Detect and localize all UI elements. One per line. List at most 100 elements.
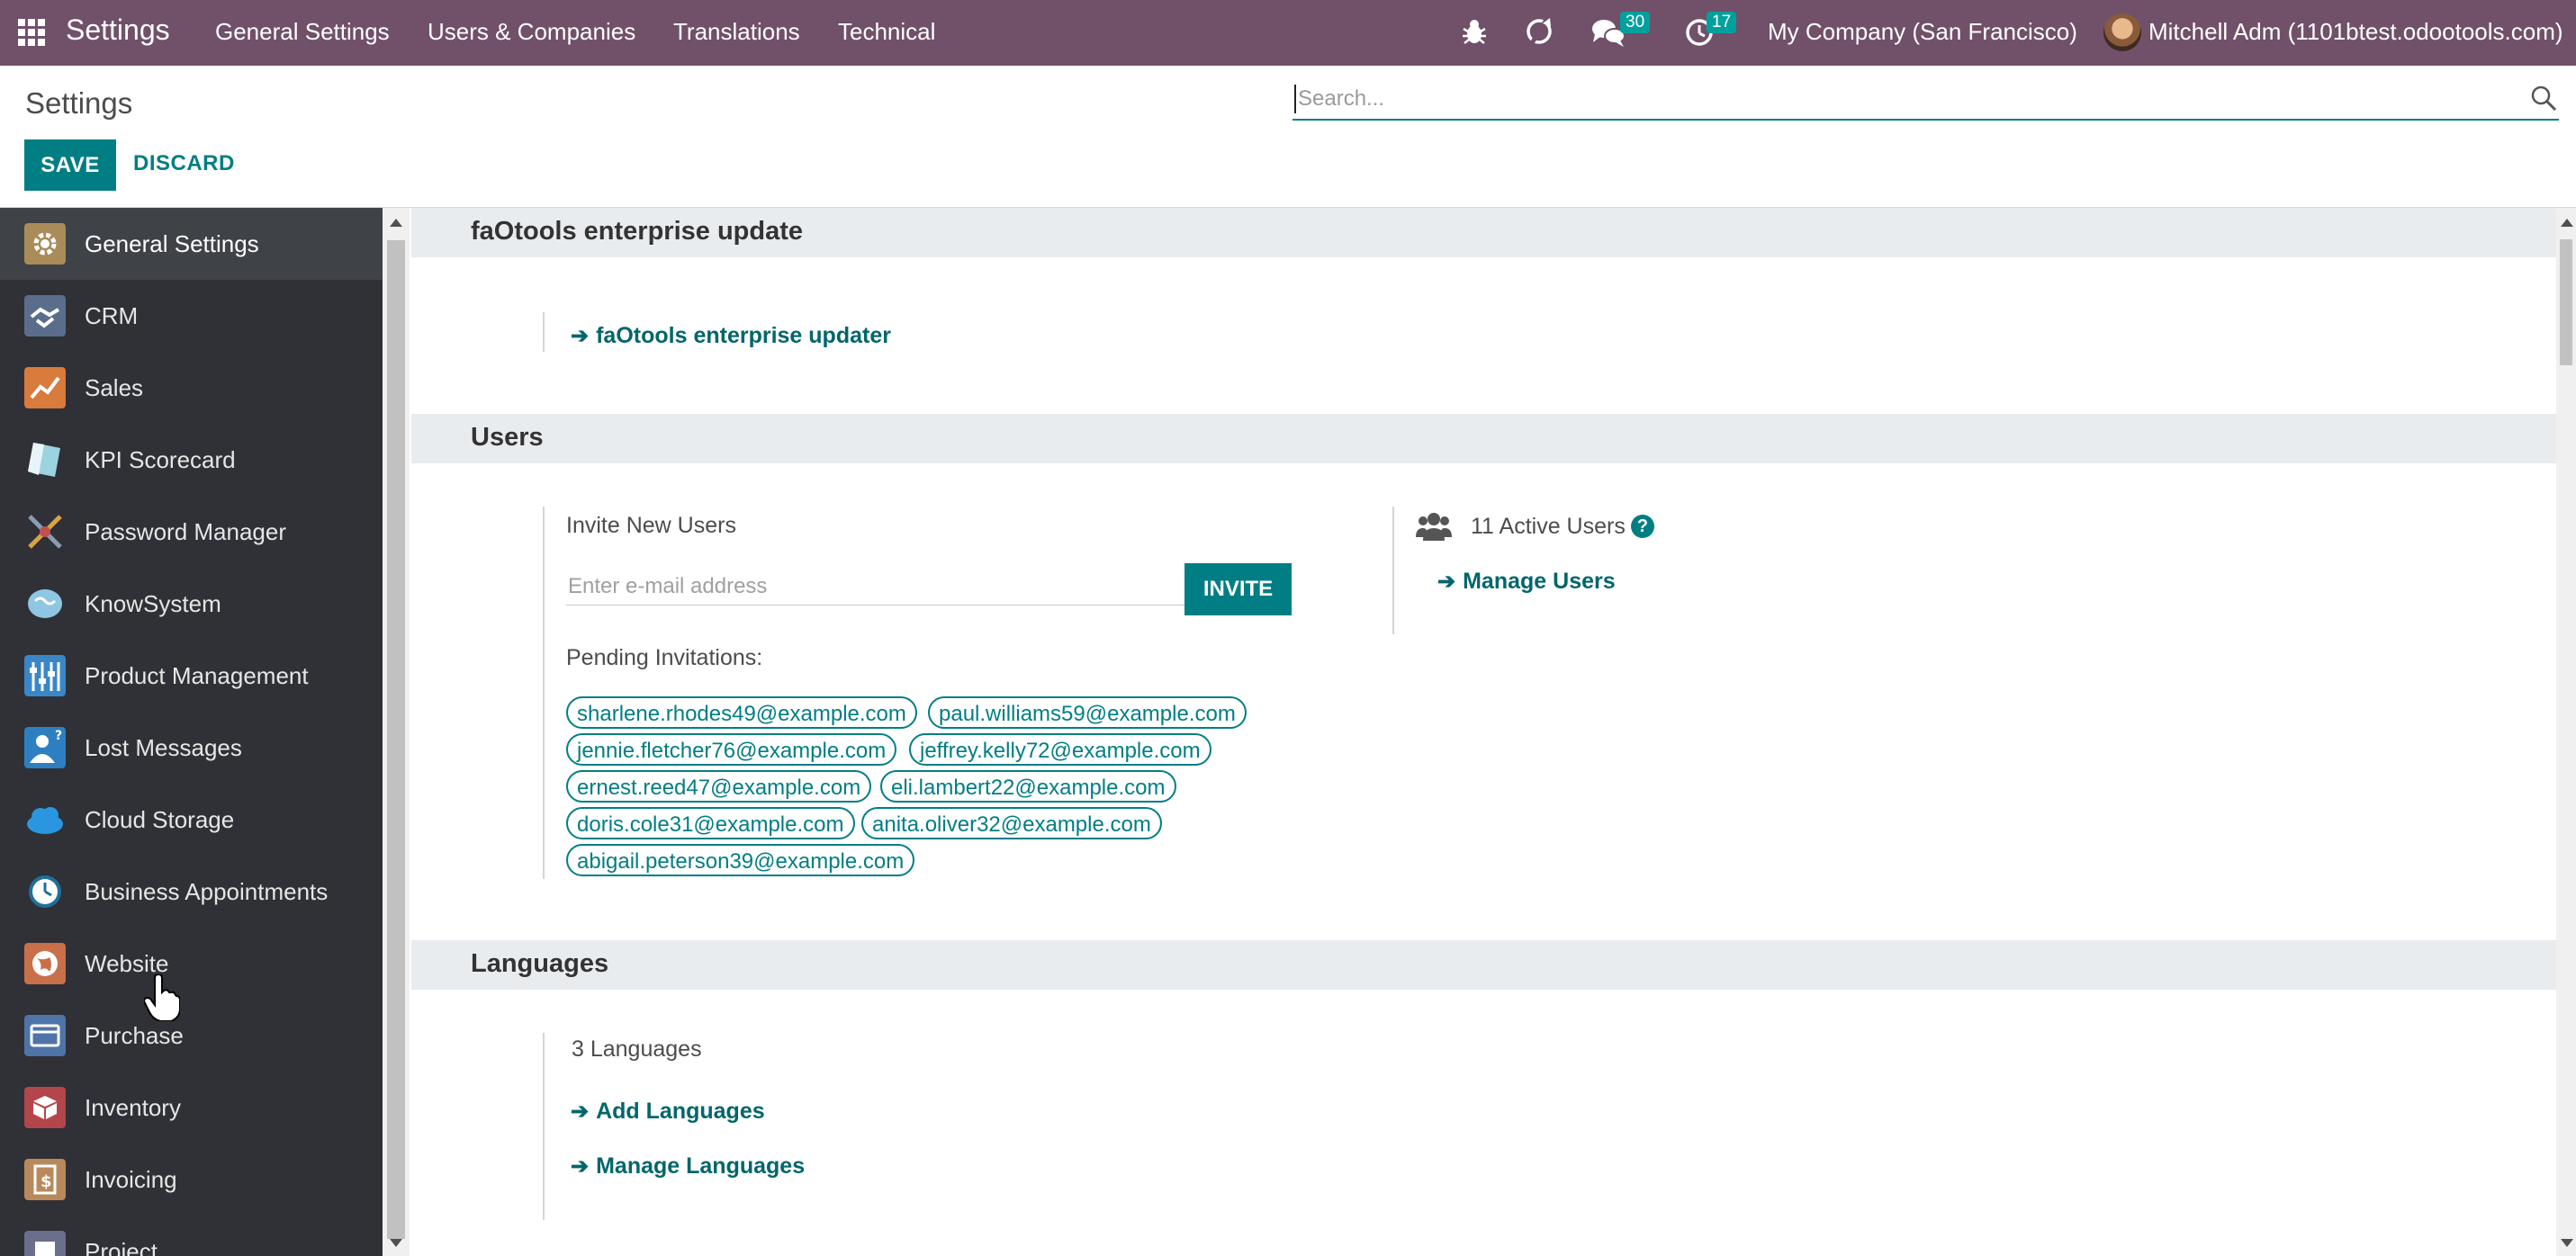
search-input[interactable]: Search... — [1293, 79, 2559, 121]
menu-general-settings[interactable]: General Settings — [215, 18, 390, 46]
scroll-down-arrow-icon[interactable] — [2561, 1239, 2573, 1247]
svg-text:?: ? — [55, 729, 62, 743]
sidebar-item-inventory[interactable]: Inventory — [0, 1072, 383, 1144]
arrow-right-icon: ➔ — [571, 1099, 590, 1124]
sidebar-item-crm[interactable]: CRM — [0, 280, 383, 352]
messages-count-badge: 30 — [1620, 12, 1651, 33]
manage-users-link[interactable]: ➔ Manage Users — [1437, 569, 1616, 595]
arrow-right-icon: ➔ — [1437, 570, 1456, 594]
arrow-right-icon: ➔ — [571, 324, 590, 348]
section-title: Users — [471, 423, 544, 452]
enterprise-updater-link[interactable]: ➔ faOtools enterprise updater — [571, 323, 891, 349]
scroll-down-arrow-icon[interactable] — [390, 1239, 402, 1247]
sidebar-item-label: Business Appointments — [85, 877, 329, 905]
sidebar-item-invoicing[interactable]: $ Invoicing — [0, 1144, 383, 1216]
chart-icon — [24, 367, 66, 408]
sidebar-item-label: Inventory — [85, 1093, 181, 1121]
sidebar-item-label: Password Manager — [85, 517, 286, 545]
scorecard-icon — [24, 439, 66, 480]
pending-invitation-chip[interactable]: jennie.fletcher76@example.com — [566, 733, 897, 766]
menu-technical[interactable]: Technical — [838, 18, 935, 46]
user-avatar[interactable] — [2103, 13, 2141, 51]
sidebar-item-label: Project — [85, 1237, 158, 1256]
setting-divider — [543, 507, 545, 879]
svg-text:$: $ — [41, 1172, 52, 1191]
sliders-icon — [24, 655, 66, 696]
cloud-icon — [24, 799, 66, 840]
sidebar-item-product-management[interactable]: Product Management — [0, 640, 383, 712]
company-switcher[interactable]: My Company (San Francisco) — [1768, 18, 2077, 46]
sidebar-item-knowsystem[interactable]: KnowSystem — [0, 568, 383, 640]
setting-divider — [543, 312, 545, 352]
link-label: Manage Users — [1463, 569, 1616, 594]
pending-invitation-chip[interactable]: ernest.reed47@example.com — [566, 770, 872, 803]
sidebar-item-label: Purchase — [85, 1021, 184, 1049]
sidebar-scrollbar[interactable] — [383, 208, 410, 1256]
refresh-icon[interactable] — [1523, 14, 1555, 49]
section-title: faOtools enterprise update — [471, 217, 804, 246]
content-scrollbar[interactable] — [2556, 208, 2576, 1256]
gear-icon — [24, 223, 66, 265]
help-icon[interactable]: ? — [1631, 515, 1654, 538]
sidebar-item-kpi-scorecard[interactable]: KPI Scorecard — [0, 424, 383, 496]
pending-invitation-chip[interactable]: anita.oliver32@example.com — [861, 807, 1162, 839]
pending-invitation-chip[interactable]: abigail.peterson39@example.com — [566, 844, 915, 876]
sidebar-item-business-appointments[interactable]: Business Appointments — [0, 856, 383, 928]
pending-invitations-label: Pending Invitations: — [566, 645, 763, 670]
section-header-enterprise: faOtools enterprise update — [411, 208, 2556, 257]
keys-icon — [24, 511, 66, 552]
sidebar-item-lost-messages[interactable]: ? Lost Messages — [0, 712, 383, 784]
invite-new-users-label: Invite New Users — [566, 513, 736, 538]
pending-invitation-chip[interactable]: doris.cole31@example.com — [566, 807, 855, 839]
invoice-icon: $ — [24, 1159, 66, 1200]
sidebar-item-label: Cloud Storage — [85, 805, 235, 833]
sidebar-item-cloud-storage[interactable]: Cloud Storage — [0, 784, 383, 856]
pending-invitation-chip[interactable]: sharlene.rhodes49@example.com — [566, 696, 917, 729]
setting-divider — [543, 1033, 545, 1220]
search-placeholder: Search... — [1298, 86, 1385, 111]
pending-invitation-chip[interactable]: jeffrey.kelly72@example.com — [909, 733, 1211, 766]
sidebar-item-label: KPI Scorecard — [85, 445, 236, 473]
section-header-languages: Languages — [411, 940, 2556, 990]
pending-invitation-chip[interactable]: paul.williams59@example.com — [928, 696, 1247, 729]
handshake-icon — [24, 295, 66, 336]
manage-languages-link[interactable]: ➔ Manage Languages — [571, 1153, 805, 1180]
scroll-up-arrow-icon[interactable] — [390, 219, 402, 227]
clock-icon — [24, 871, 66, 912]
search-icon[interactable] — [2528, 83, 2559, 113]
sidebar-item-label: Invoicing — [85, 1165, 177, 1193]
settings-content: faOtools enterprise update ➔ faOtools ent… — [411, 208, 2556, 1256]
box-icon — [24, 1087, 66, 1128]
menu-users-companies[interactable]: Users & Companies — [428, 18, 635, 46]
email-placeholder: Enter e-mail address — [568, 574, 768, 598]
bug-icon[interactable] — [1460, 16, 1489, 47]
menu-translations[interactable]: Translations — [673, 18, 800, 46]
top-navbar: Settings General Settings Users & Compan… — [0, 0, 2576, 66]
discard-button[interactable]: DISCARD — [133, 151, 235, 176]
users-icon — [1416, 513, 1452, 541]
section-header-users: Users — [411, 414, 2556, 463]
scrollbar-thumb[interactable] — [2560, 239, 2572, 365]
sidebar-item-website[interactable]: Website — [0, 928, 383, 1000]
sidebar-item-general-settings[interactable]: General Settings — [0, 208, 383, 280]
sidebar-item-sales[interactable]: Sales — [0, 352, 383, 424]
sidebar-item-label: Product Management — [85, 661, 309, 689]
app-brand[interactable]: Settings — [66, 13, 170, 47]
brain-icon — [24, 583, 66, 624]
app-grid-icon[interactable] — [18, 19, 45, 46]
section-title: Languages — [471, 949, 609, 978]
invite-email-field[interactable]: Enter e-mail address — [566, 565, 1184, 606]
link-label: faOtools enterprise updater — [596, 323, 891, 348]
sidebar-item-purchase[interactable]: Purchase — [0, 1000, 383, 1072]
sidebar-item-project[interactable]: Project — [0, 1216, 383, 1256]
text-caret — [1294, 85, 1296, 113]
scroll-up-arrow-icon[interactable] — [2561, 219, 2573, 227]
sidebar-item-password-manager[interactable]: Password Manager — [0, 496, 383, 568]
globe-icon — [24, 943, 66, 984]
save-button[interactable]: SAVE — [24, 139, 116, 191]
add-languages-link[interactable]: ➔ Add Languages — [571, 1099, 765, 1125]
user-menu[interactable]: Mitchell Adm (1101btest.odootools.com) — [2148, 18, 2563, 46]
invite-button[interactable]: INVITE — [1184, 563, 1292, 615]
scrollbar-thumb[interactable] — [387, 240, 405, 1239]
pending-invitation-chip[interactable]: eli.lambert22@example.com — [880, 770, 1176, 803]
